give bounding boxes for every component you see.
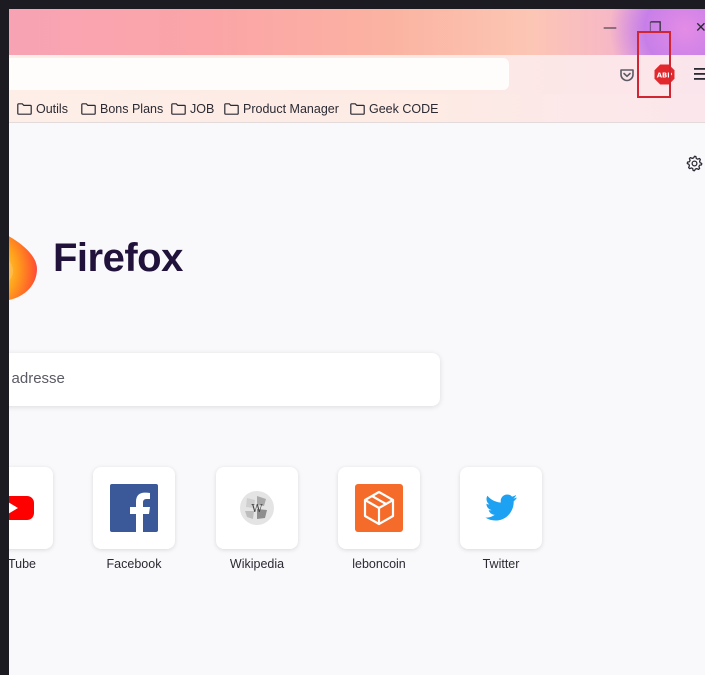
shortcut-label: Wikipedia	[229, 557, 285, 571]
bookmark-label: Outils	[36, 102, 68, 116]
bookmark-folder-bons-plans[interactable]: Bons Plans	[81, 101, 163, 117]
bookmarks-toolbar: Outils Bons Plans JOB Product Manager Ge…	[9, 94, 705, 123]
minimize-button[interactable]: —	[603, 19, 617, 37]
folder-icon	[17, 103, 32, 115]
title-bar: — ❐ ✕	[9, 9, 705, 55]
twitter-icon	[485, 494, 517, 521]
highlight-box	[637, 31, 671, 98]
bookmark-label: Bons Plans	[100, 102, 164, 116]
address-bar[interactable]	[9, 58, 509, 90]
shortcut-tile-youtube[interactable]	[9, 467, 53, 549]
search-placeholder: e adresse	[9, 370, 65, 387]
nav-toolbar: ABP	[9, 55, 705, 94]
folder-icon	[224, 103, 239, 115]
close-button[interactable]: ✕	[695, 19, 705, 37]
shortcut-tile-facebook[interactable]	[93, 467, 175, 549]
shortcut-tile-wikipedia[interactable]: W	[216, 467, 298, 549]
shortcut-label: Facebook	[106, 557, 162, 571]
folder-icon	[171, 103, 186, 115]
shortcut-label: Twitter	[482, 557, 520, 571]
bookmark-label: Geek CODE	[369, 102, 439, 116]
shortcut-label: leboncoin	[352, 557, 406, 571]
bookmark-folder-outils[interactable]: Outils	[17, 101, 68, 117]
pocket-icon[interactable]	[619, 67, 635, 83]
facebook-icon	[110, 484, 158, 532]
wikipedia-icon: W	[240, 491, 274, 525]
folder-icon	[350, 103, 365, 115]
gear-icon[interactable]	[686, 155, 703, 172]
shortcut-tile-twitter[interactable]	[460, 467, 542, 549]
bookmark-folder-job[interactable]: JOB	[171, 101, 214, 117]
svg-text:W: W	[251, 502, 263, 515]
browser-window: — ❐ ✕ ABP Outils Bons Plans JOB Product …	[9, 9, 705, 675]
bookmark-label: Product Manager	[243, 102, 339, 116]
bookmark-folder-geek-code[interactable]: Geek CODE	[350, 101, 438, 117]
folder-icon	[81, 103, 96, 115]
youtube-icon	[9, 496, 34, 520]
firefox-wordmark: Firefox	[53, 236, 183, 280]
new-tab-page: Firefox e adresse Tube Facebook	[9, 123, 705, 675]
leboncoin-icon	[355, 484, 403, 532]
shortcut-tile-leboncoin[interactable]	[338, 467, 420, 549]
bookmark-label: JOB	[190, 102, 215, 116]
hamburger-menu-icon[interactable]	[694, 68, 705, 80]
shortcut-label: Tube	[9, 557, 37, 571]
firefox-logo-icon	[9, 236, 37, 300]
bookmark-folder-product-manager[interactable]: Product Manager	[224, 101, 339, 117]
search-input[interactable]: e adresse	[9, 353, 440, 406]
